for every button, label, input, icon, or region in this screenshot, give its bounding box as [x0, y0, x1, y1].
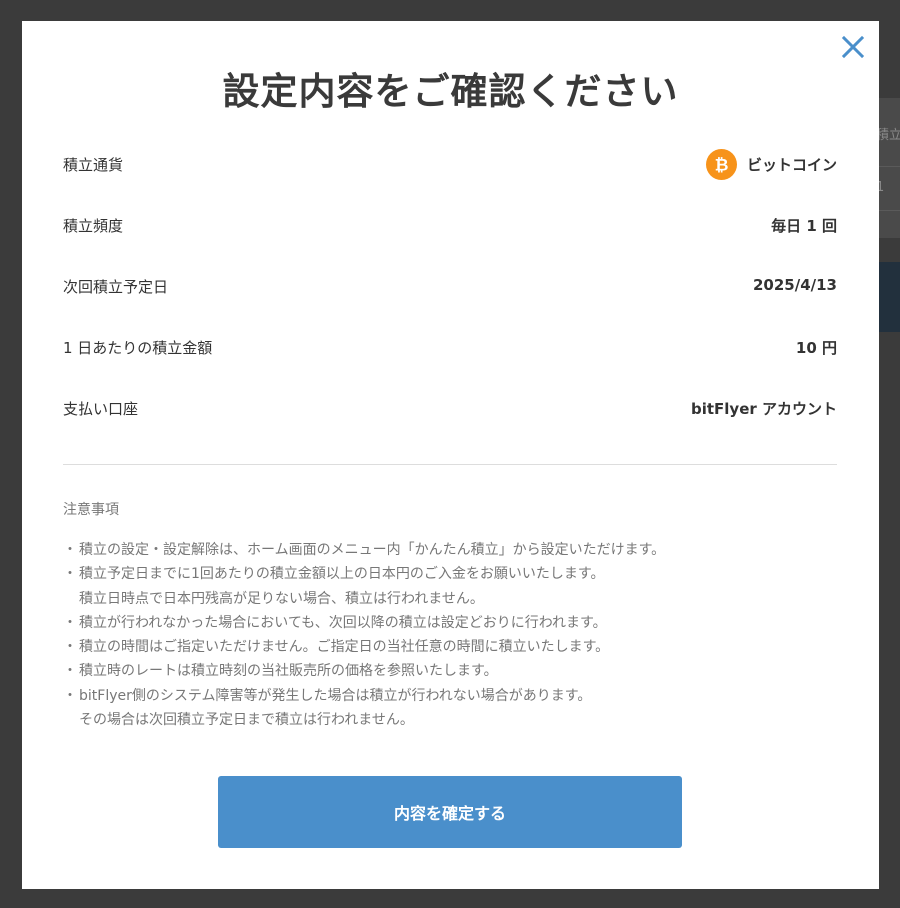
row-value: 10 円 — [795, 339, 837, 357]
confirm-settings-modal: 設定内容をご確認ください 積立通貨 ₿ ビットコイン 積立頻度 毎日 1 回 次… — [22, 21, 879, 889]
section-divider — [63, 464, 837, 465]
modal-title: 設定内容をご確認ください — [222, 70, 679, 113]
row-label: 積立通貨 — [63, 156, 124, 174]
row-label: 次回積立予定日 — [63, 278, 169, 296]
note-item: 積立が行われなかった場合においても、次回以降の積立は設定どおりに行われます。 — [63, 611, 849, 636]
background-table-header: 積立 — [876, 128, 900, 143]
svg-text:₿: ₿ — [715, 156, 729, 176]
notes-list: 積立の設定・設定解除は、ホーム画面のメニュー内「かんたん積立」から設定いただけま… — [63, 538, 849, 732]
note-item: 積立の時間はご指定いただけません。ご指定日の当社任意の時間に積立いたします。 — [63, 635, 849, 660]
bitcoin-icon: ₿ — [705, 149, 737, 180]
row-label: 支払い口座 — [63, 400, 139, 418]
close-icon[interactable] — [841, 35, 865, 59]
row-label: 1 日あたりの積立金額 — [63, 339, 213, 357]
settings-summary: 積立通貨 ₿ ビットコイン 積立頻度 毎日 1 回 次回積立予定日 2025/4… — [63, 144, 837, 449]
row-value: 2025/4/13 — [752, 276, 837, 294]
note-item: 積立の設定・設定解除は、ホーム画面のメニュー内「かんたん積立」から設定いただけま… — [63, 538, 849, 563]
row-value: ₿ ビットコイン — [705, 149, 837, 180]
settings-row-account: 支払い口座 bitFlyer アカウント — [63, 388, 837, 449]
settings-row-currency: 積立通貨 ₿ ビットコイン — [63, 144, 837, 205]
note-item: bitFlyer側のシステム障害等が発生した場合は積立が行われない場合があります… — [63, 684, 849, 733]
note-item: 積立予定日までに1回あたりの積立金額以上の日本円のご入金をお願いいたします。 積… — [63, 562, 849, 611]
note-item: 積立時のレートは積立時刻の当社販売所の価格を参照いたします。 — [63, 659, 849, 684]
notes-heading: 注意事項 — [63, 502, 119, 518]
settings-row-frequency: 積立頻度 毎日 1 回 — [63, 205, 837, 266]
settings-row-amount: 1 日あたりの積立金額 10 円 — [63, 327, 837, 388]
row-label: 積立頻度 — [63, 217, 124, 235]
confirm-button[interactable]: 内容を確定する — [218, 776, 682, 848]
row-value: bitFlyer アカウント — [690, 400, 837, 418]
currency-name: ビットコイン — [746, 156, 837, 174]
row-value: 毎日 1 回 — [771, 217, 837, 235]
settings-row-next-date: 次回積立予定日 2025/4/13 — [63, 266, 837, 327]
